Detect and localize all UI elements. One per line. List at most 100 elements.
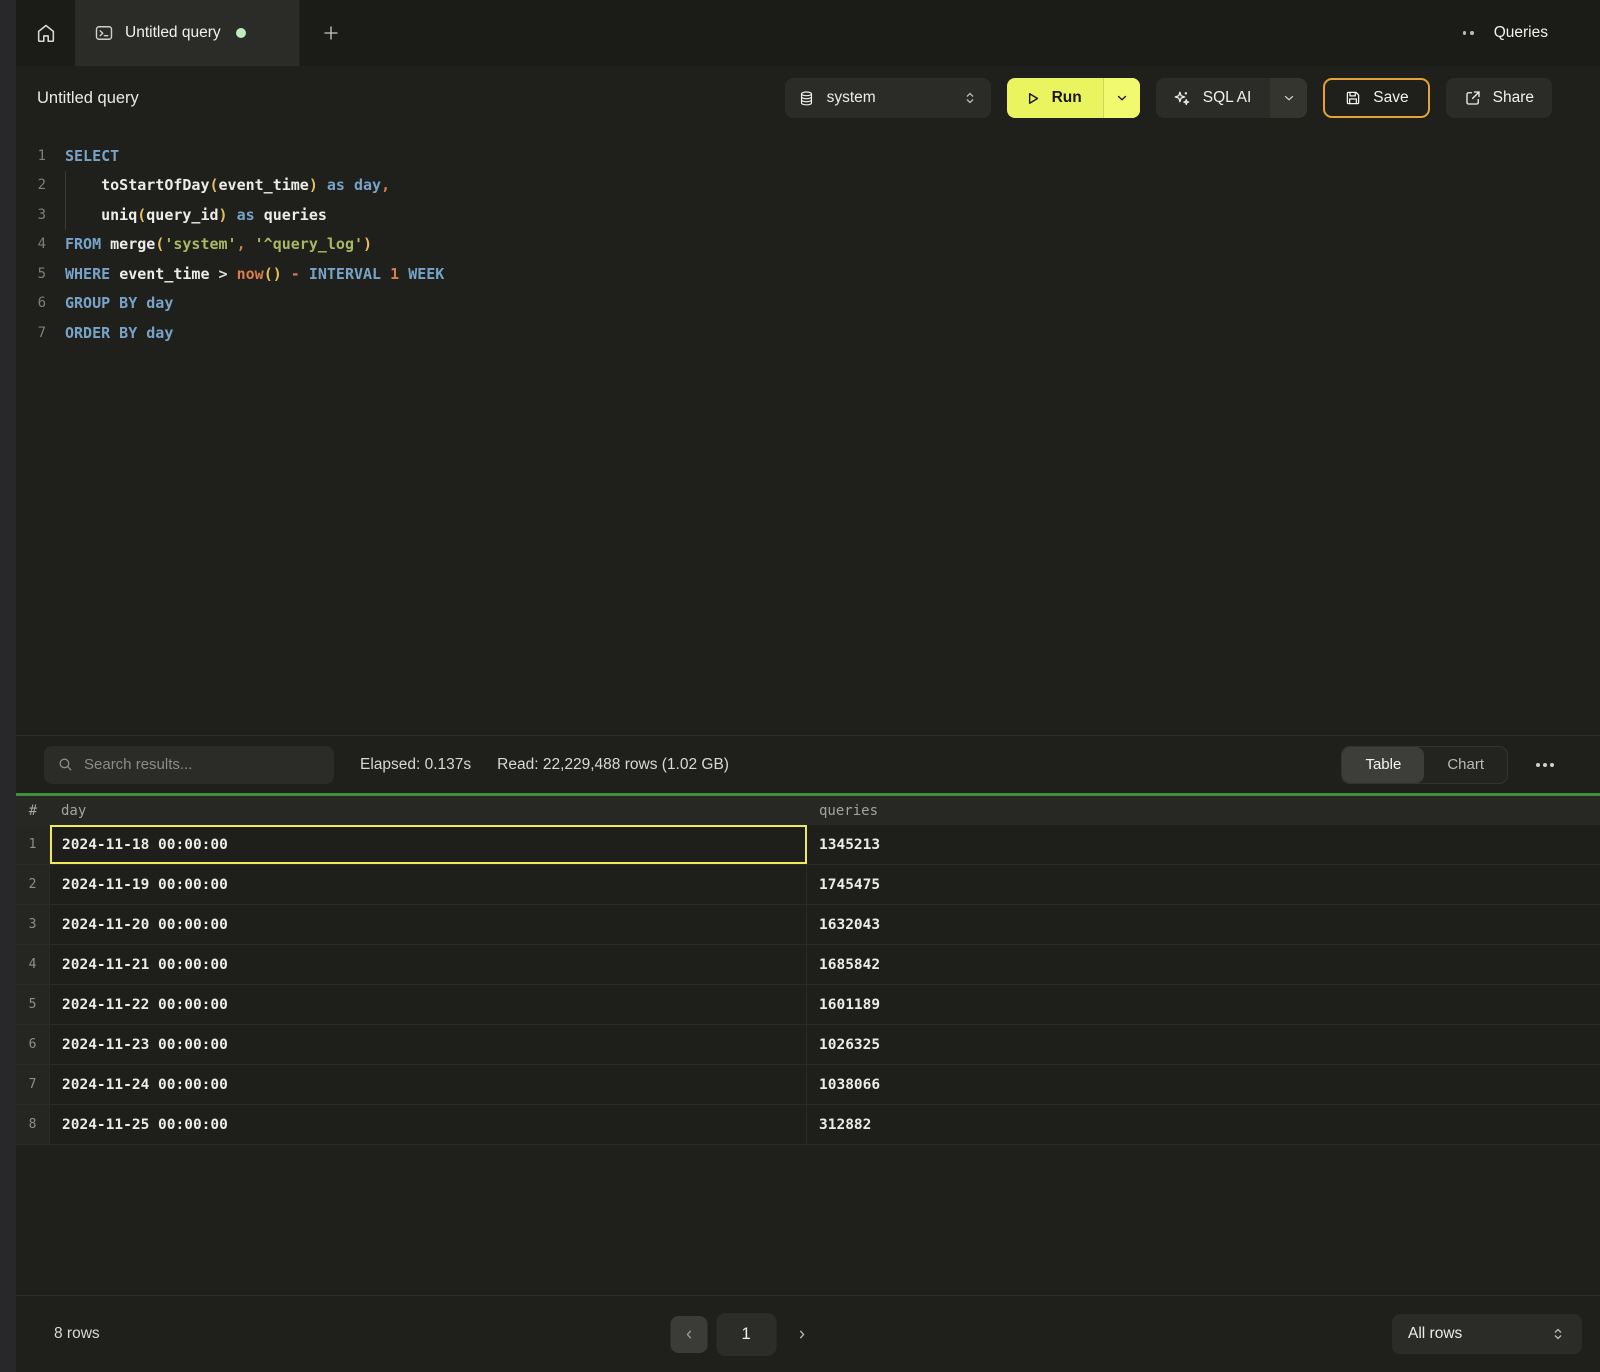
code-text: toStartOfDay(event_time) as day, — [65, 176, 390, 194]
home-button[interactable] — [16, 0, 76, 66]
code-text: FROM merge('system', '^query_log') — [65, 235, 372, 253]
save-icon — [1344, 89, 1362, 107]
read-stat: Read: 22,229,488 rows (1.02 GB) — [497, 756, 729, 774]
search-results-input[interactable] — [84, 756, 321, 773]
table-row: 82024-11-25 00:00:00312882 — [16, 1105, 1600, 1145]
sql-ai-button[interactable]: SQL AI — [1156, 78, 1308, 118]
row-number: 3 — [16, 905, 50, 944]
code-line[interactable]: 5WHERE event_time > now() - INTERVAL 1 W… — [16, 259, 1600, 289]
results-empty-space — [16, 1145, 1600, 1295]
row-number: 5 — [16, 985, 50, 1024]
page-size-value: All rows — [1408, 1325, 1462, 1343]
code-line[interactable]: 7ORDER BY day — [16, 318, 1600, 348]
header-day[interactable]: day — [50, 796, 807, 825]
cell-day[interactable]: 2024-11-22 00:00:00 — [50, 985, 807, 1024]
save-button[interactable]: Save — [1323, 78, 1429, 118]
code-text: WHERE event_time > now() - INTERVAL 1 WE… — [65, 265, 444, 283]
cell-queries[interactable]: 1632043 — [807, 905, 1600, 944]
cell-queries[interactable]: 1026325 — [807, 1025, 1600, 1064]
pagination: 1 — [670, 1313, 819, 1356]
play-icon — [1024, 90, 1041, 107]
current-page-button[interactable]: 1 — [716, 1313, 776, 1356]
results-menu-icon[interactable] — [1534, 757, 1556, 773]
home-icon — [35, 22, 57, 44]
chevron-left-icon — [682, 1328, 695, 1341]
cell-day[interactable]: 2024-11-23 00:00:00 — [50, 1025, 807, 1064]
queries-link[interactable]: Queries — [1494, 24, 1548, 42]
cell-day[interactable]: 2024-11-20 00:00:00 — [50, 905, 807, 944]
row-number: 7 — [16, 1065, 50, 1104]
cell-day[interactable]: 2024-11-21 00:00:00 — [50, 945, 807, 984]
line-number: 6 — [16, 295, 46, 311]
save-label: Save — [1373, 89, 1408, 107]
line-number: 1 — [16, 148, 46, 164]
table-row: 32024-11-20 00:00:001632043 — [16, 905, 1600, 945]
run-options-button[interactable] — [1103, 78, 1140, 118]
chevron-down-icon — [1282, 91, 1296, 105]
more-options-icon[interactable] — [1463, 31, 1474, 35]
results-footer: 8 rows 1 All rows — [16, 1295, 1600, 1372]
code-line[interactable]: 4FROM merge('system', '^query_log') — [16, 230, 1600, 260]
cell-queries[interactable]: 1685842 — [807, 945, 1600, 984]
main-area: Untitled query Queries Untitled query — [16, 0, 1600, 1372]
line-number: 7 — [16, 325, 46, 341]
chevron-right-icon — [796, 1328, 809, 1341]
search-icon — [57, 756, 74, 773]
cell-queries[interactable]: 1601189 — [807, 985, 1600, 1024]
cell-queries[interactable]: 1345213 — [807, 825, 1600, 864]
tab-chart-view[interactable]: Chart — [1424, 747, 1507, 783]
line-number: 2 — [16, 177, 46, 193]
results-toolbar: Elapsed: 0.137s Read: 22,229,488 rows (1… — [16, 735, 1600, 793]
results-table-body: 12024-11-18 00:00:00134521322024-11-19 0… — [16, 825, 1600, 1145]
results-table: # day queries 12024-11-18 00:00:00134521… — [16, 796, 1600, 1145]
cell-day-selected[interactable]: 2024-11-18 00:00:00 — [50, 825, 807, 864]
database-value: system — [827, 89, 876, 107]
sql-ai-label: SQL AI — [1203, 89, 1252, 107]
header-queries[interactable]: queries — [807, 796, 1600, 825]
cell-queries[interactable]: 1745475 — [807, 865, 1600, 904]
share-button[interactable]: Share — [1446, 78, 1552, 118]
code-lines: 1 SELECT 2 toStartOfDay(event_time) as day… — [16, 141, 1600, 348]
code-line[interactable]: 6GROUP BY day — [16, 289, 1600, 319]
table-row: 62024-11-23 00:00:001026325 — [16, 1025, 1600, 1065]
header-index: # — [16, 796, 50, 825]
row-number: 8 — [16, 1105, 50, 1144]
run-button[interactable]: Run — [1007, 78, 1140, 118]
external-link-icon — [1464, 89, 1482, 107]
left-sidebar-strip[interactable] — [0, 0, 16, 1372]
code-line[interactable]: 1 SELECT — [16, 141, 1600, 171]
database-selector[interactable]: system — [785, 78, 991, 118]
sql-editor[interactable]: 1 SELECT 2 toStartOfDay(event_time) as day… — [16, 130, 1600, 735]
table-row: 72024-11-24 00:00:001038066 — [16, 1065, 1600, 1105]
chevron-updown-icon — [962, 90, 978, 106]
code-text: SELECT — [65, 147, 119, 165]
code-text: uniq(query_id) as queries — [65, 206, 327, 224]
cell-day[interactable]: 2024-11-24 00:00:00 — [50, 1065, 807, 1104]
code-line[interactable]: 3 uniq(query_id) as queries — [16, 200, 1600, 230]
tab-untitled-query[interactable]: Untitled query — [76, 0, 300, 66]
unsaved-changes-dot — [236, 28, 246, 38]
cell-queries[interactable]: 312882 — [807, 1105, 1600, 1144]
table-row: 52024-11-22 00:00:001601189 — [16, 985, 1600, 1025]
new-tab-button[interactable] — [300, 0, 362, 66]
sql-ai-options-button[interactable] — [1270, 78, 1307, 118]
cell-queries[interactable]: 1038066 — [807, 1065, 1600, 1104]
view-toggle: Table Chart — [1341, 746, 1508, 784]
share-label: Share — [1493, 89, 1534, 107]
sql-console-window: Untitled query Queries Untitled query — [0, 0, 1600, 1372]
elapsed-stat: Elapsed: 0.137s — [360, 756, 471, 774]
code-line[interactable]: 2 toStartOfDay(event_time) as day, — [16, 171, 1600, 201]
cell-day[interactable]: 2024-11-25 00:00:00 — [50, 1105, 807, 1144]
next-page-button[interactable] — [785, 1316, 819, 1353]
search-results-box[interactable] — [44, 746, 334, 784]
plus-icon — [322, 24, 340, 42]
tab-label: Untitled query — [125, 24, 221, 42]
row-count: 8 rows — [54, 1325, 100, 1343]
prev-page-button[interactable] — [670, 1316, 707, 1353]
chevron-updown-icon — [1550, 1326, 1566, 1342]
query-title: Untitled query — [37, 89, 139, 108]
cell-day[interactable]: 2024-11-19 00:00:00 — [50, 865, 807, 904]
tab-table-view[interactable]: Table — [1342, 747, 1424, 783]
table-row: 42024-11-21 00:00:001685842 — [16, 945, 1600, 985]
page-size-selector[interactable]: All rows — [1392, 1314, 1582, 1354]
